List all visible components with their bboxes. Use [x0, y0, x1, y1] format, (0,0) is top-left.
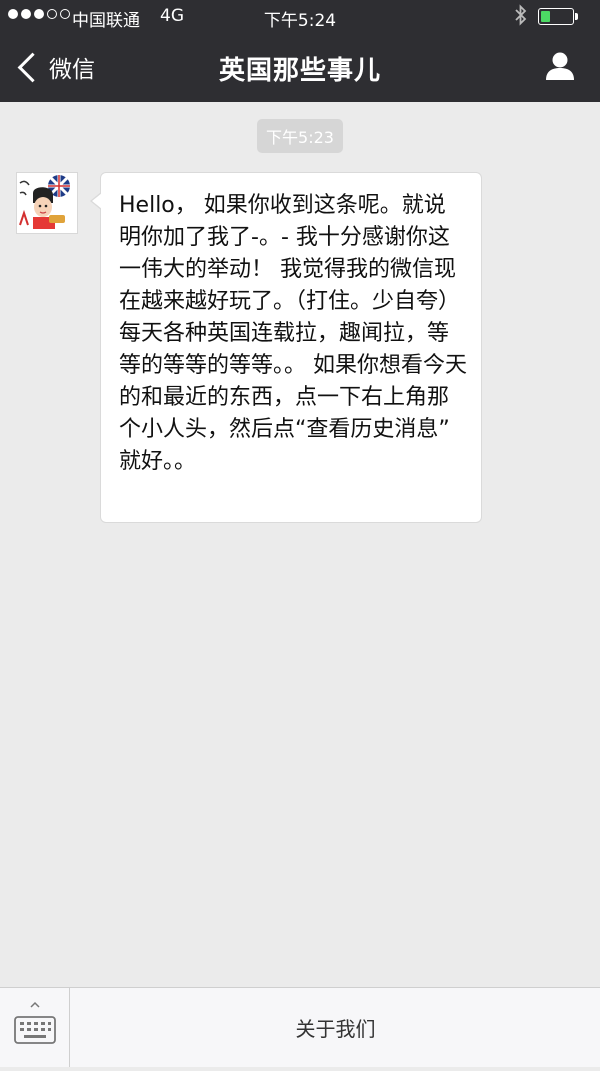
bottom-menu-bar: 关于我们 — [0, 987, 600, 1067]
navigation-bar: 微信 英国那些事儿 — [0, 34, 600, 102]
keyboard-icon — [14, 1001, 56, 1044]
menu-item-label: 关于我们 — [295, 1017, 376, 1041]
message-timestamp: 下午5:23 — [0, 119, 600, 153]
timestamp-label: 下午5:23 — [257, 119, 343, 153]
person-icon[interactable] — [543, 49, 577, 83]
page-title: 英国那些事儿 — [218, 56, 381, 86]
message-text: Hello， 如果你收到这条呢。就说明你加了我了-。- 我十分感谢你这一伟大的举… — [119, 193, 467, 474]
top-bar: 中国联通 4G 下午5:24 微信 英国那些事儿 — [0, 0, 600, 102]
battery-icon — [538, 8, 574, 25]
bubble-tail-inner — [92, 193, 102, 209]
keyboard-toggle-button[interactable] — [0, 988, 70, 1067]
status-bar: 中国联通 4G 下午5:24 — [0, 0, 600, 34]
official-account-avatar[interactable] — [16, 172, 78, 234]
bluetooth-icon — [514, 4, 528, 31]
status-time: 下午5:24 — [263, 11, 337, 31]
battery-tip — [575, 13, 578, 20]
battery-level-fill — [541, 11, 550, 22]
message-bubble[interactable]: Hello， 如果你收到这条呢。就说明你加了我了-。- 我十分感谢你这一伟大的举… — [100, 172, 482, 523]
menu-item-about-us[interactable]: 关于我们 — [71, 988, 600, 1067]
